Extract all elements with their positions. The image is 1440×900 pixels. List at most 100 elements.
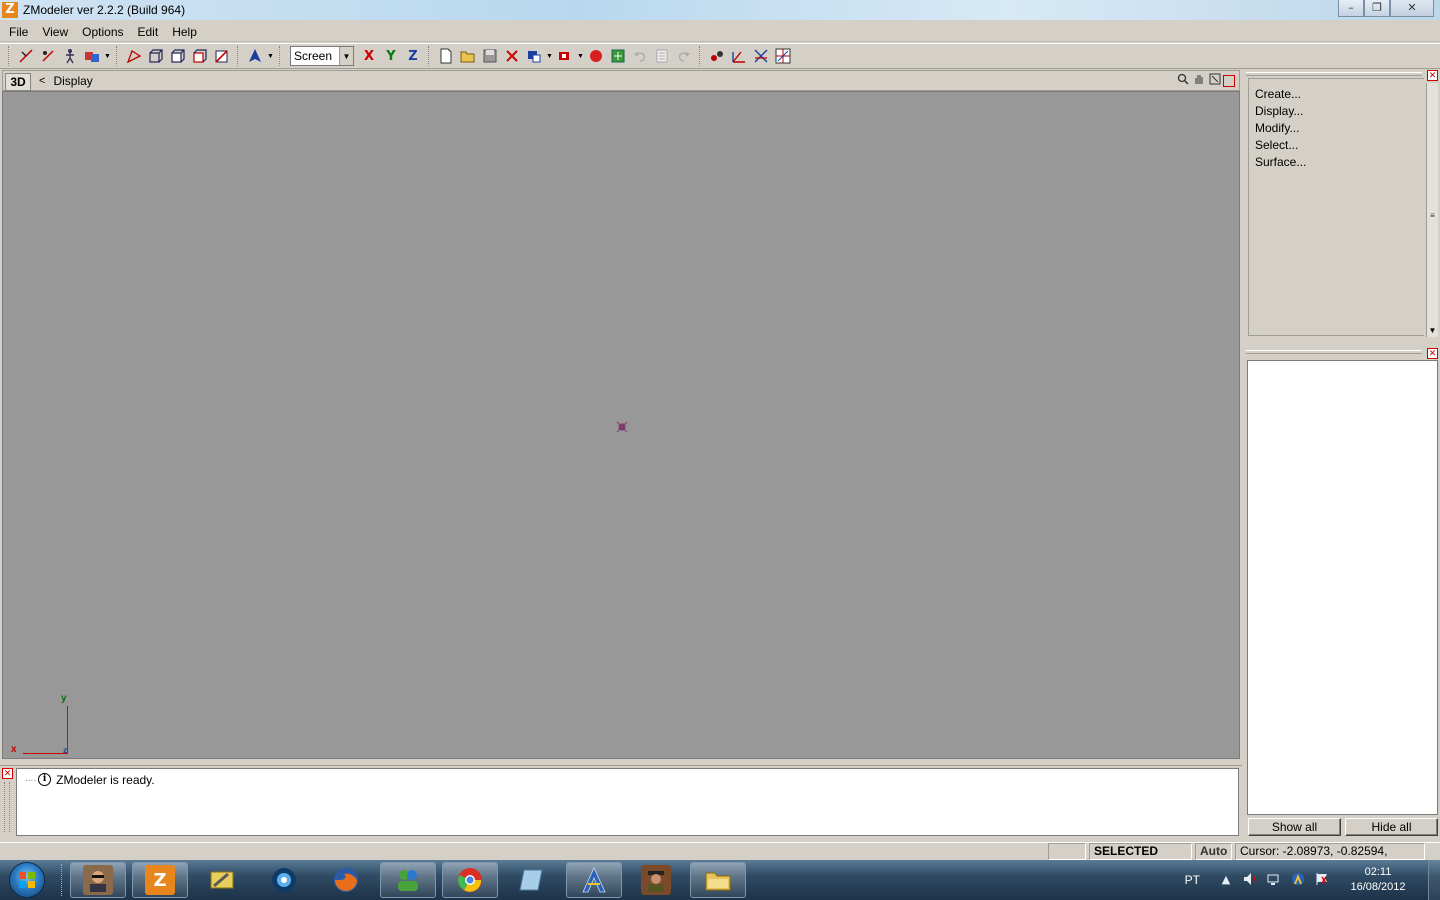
undo-icon[interactable]	[629, 45, 651, 67]
tray-clock[interactable]: 02:11 16/08/2012	[1338, 865, 1418, 895]
history-icon[interactable]	[651, 45, 673, 67]
close-icon[interactable]: ✕	[1427, 70, 1438, 81]
hide-all-button[interactable]: Hide all	[1345, 818, 1438, 836]
show-desktop-button[interactable]	[1428, 860, 1440, 900]
maximize-button[interactable]: ❐	[1364, 0, 1390, 17]
dropdown-arrow-icon[interactable]: ▼	[266, 53, 275, 60]
redo-icon[interactable]	[673, 45, 695, 67]
coordinate-mode-select[interactable]: Screen ▼	[290, 46, 354, 66]
delete-icon[interactable]	[501, 45, 523, 67]
network-icon[interactable]	[1266, 872, 1282, 888]
dropdown-arrow-icon[interactable]: ▼	[545, 53, 554, 60]
close-icon[interactable]: ✕	[2, 768, 13, 779]
cube-hidden-icon[interactable]	[189, 45, 211, 67]
taskbar-app-alcohol[interactable]	[566, 862, 622, 898]
select-mode-icon[interactable]	[15, 45, 37, 67]
toolbar-grip[interactable]	[116, 46, 119, 66]
menu-file[interactable]: File	[2, 25, 35, 39]
close-icon[interactable]: ✕	[1427, 348, 1438, 359]
taskbar-app-chrome[interactable]	[442, 862, 498, 898]
menu-edit[interactable]: Edit	[131, 25, 166, 39]
import-icon[interactable]	[523, 45, 545, 67]
axis-x-toggle[interactable]: X	[358, 45, 380, 67]
volume-icon[interactable]	[1242, 872, 1258, 888]
taskbar-app-game-two[interactable]	[628, 862, 684, 898]
axis-pivot-icon[interactable]	[728, 45, 750, 67]
export-icon[interactable]	[554, 45, 576, 67]
taskbar-app-firefox[interactable]	[318, 862, 374, 898]
cube-wire-icon[interactable]	[145, 45, 167, 67]
taskbar-app-notes[interactable]	[504, 862, 560, 898]
toolbar-grip[interactable]	[8, 46, 11, 66]
zoom-icon[interactable]	[1175, 73, 1191, 89]
maximize-viewport-icon[interactable]	[1223, 75, 1235, 87]
axis-y-line	[67, 706, 68, 754]
axis-cross-icon[interactable]	[750, 45, 772, 67]
viewport-back-button[interactable]: <	[39, 75, 45, 87]
toolbar-grip[interactable]	[699, 46, 702, 66]
command-list: Create... Display... Modify... Select...…	[1248, 78, 1424, 336]
show-all-button[interactable]: Show all	[1248, 818, 1341, 836]
log-output[interactable]: .... i ZModeler is ready.	[16, 768, 1239, 836]
minimize-button[interactable]: –	[1338, 0, 1364, 17]
command-surface[interactable]: Surface...	[1249, 154, 1424, 171]
show-hidden-icons-icon[interactable]: ▲	[1218, 872, 1234, 888]
menu-options[interactable]: Options	[75, 25, 130, 39]
cube-solid-icon[interactable]	[167, 45, 189, 67]
taskbar-app-messenger[interactable]	[380, 862, 436, 898]
axis-z-toggle[interactable]: Z	[402, 45, 424, 67]
close-button[interactable]: ✕	[1390, 0, 1434, 17]
pointer-icon[interactable]	[244, 45, 266, 67]
vertex-weld-icon[interactable]	[706, 45, 728, 67]
polygon-select-icon[interactable]	[123, 45, 145, 67]
alcohol-tray-icon[interactable]	[1290, 872, 1306, 888]
selection-mode-status[interactable]: SELECTED MODE	[1089, 843, 1192, 873]
new-file-icon[interactable]	[435, 45, 457, 67]
panel-grip[interactable]	[1246, 72, 1422, 76]
select-vertex-icon[interactable]	[37, 45, 59, 67]
start-button[interactable]	[9, 862, 45, 898]
zoom-extents-icon[interactable]	[1207, 73, 1223, 89]
texture-icon[interactable]	[607, 45, 629, 67]
dropdown-arrow-icon[interactable]: ▼	[576, 53, 585, 60]
windows-logo-icon	[19, 872, 35, 888]
scroll-down-icon[interactable]: ▼	[1427, 326, 1438, 337]
dropdown-arrow-icon[interactable]: ▼	[103, 53, 112, 60]
toolbar-grip[interactable]	[237, 46, 240, 66]
log-panel-grip[interactable]	[4, 782, 10, 832]
toolbar-grip[interactable]	[279, 46, 282, 66]
taskbar-app-explorer[interactable]	[690, 862, 746, 898]
record-icon[interactable]	[585, 45, 607, 67]
objects-list[interactable]	[1247, 360, 1438, 815]
menu-help[interactable]: Help	[165, 25, 204, 39]
chevron-down-icon[interactable]: ▼	[339, 47, 353, 65]
open-folder-icon[interactable]	[457, 45, 479, 67]
taskbar-app-zmodeler[interactable]: Z	[132, 862, 188, 898]
command-create[interactable]: Create...	[1249, 86, 1424, 103]
taskbar-app-game-character[interactable]	[70, 862, 126, 898]
toolbar-grip[interactable]	[428, 46, 431, 66]
auto-status[interactable]: Auto	[1195, 843, 1232, 860]
command-display[interactable]: Display...	[1249, 103, 1424, 120]
axis-y-toggle[interactable]: Y	[380, 45, 402, 67]
menu-view[interactable]: View	[35, 25, 75, 39]
pan-hand-icon[interactable]	[1191, 73, 1207, 89]
grid-snap-icon[interactable]	[772, 45, 794, 67]
language-indicator[interactable]: PT	[1185, 873, 1200, 887]
save-icon[interactable]	[479, 45, 501, 67]
taskbar-app-media[interactable]	[256, 862, 312, 898]
command-modify[interactable]: Modify...	[1249, 120, 1424, 137]
zmodeler-app-icon[interactable]: Z	[2, 2, 18, 18]
cube-delete-icon[interactable]	[211, 45, 233, 67]
command-select[interactable]: Select...	[1249, 137, 1424, 154]
scrollbar-thumb[interactable]: ≡	[1428, 211, 1437, 223]
taskbar-grip[interactable]	[61, 864, 64, 896]
taskbar-app-tool[interactable]	[194, 862, 250, 898]
viewport-3d[interactable]: y x z	[2, 91, 1240, 759]
move-figure-icon[interactable]	[59, 45, 81, 67]
command-scrollbar[interactable]: ≡ ▼	[1426, 83, 1438, 337]
object-tools-icon[interactable]	[81, 45, 103, 67]
panel-grip[interactable]	[1246, 350, 1422, 354]
action-center-icon[interactable]	[1314, 872, 1330, 888]
view-mode-button[interactable]: 3D	[5, 72, 31, 91]
